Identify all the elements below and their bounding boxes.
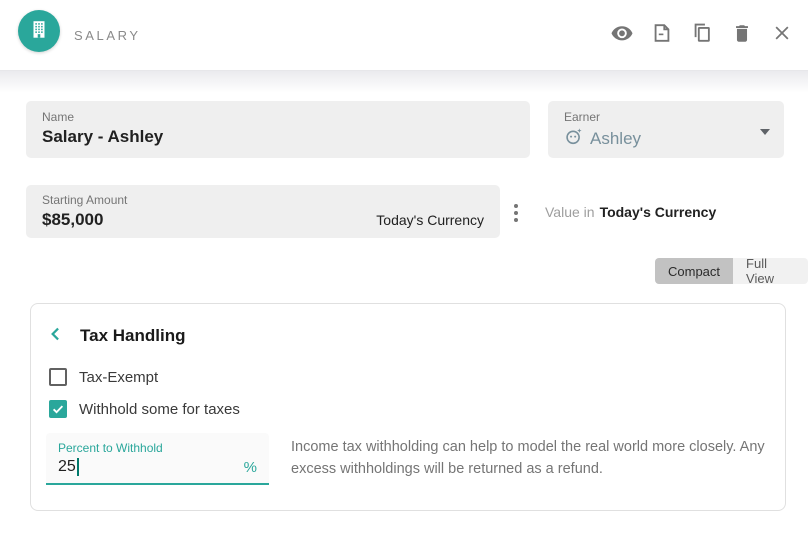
tax-handling-card: Tax Handling Tax-Exempt Withhold some fo… xyxy=(30,303,786,511)
page-title: SALARY xyxy=(74,27,141,43)
percent-suffix: % xyxy=(243,458,257,476)
name-field-label: Name xyxy=(42,110,75,124)
earner-selected-value: Ashley xyxy=(590,129,642,148)
starting-amount-field[interactable]: Starting Amount $85,000 Today's Currency xyxy=(26,185,500,238)
delete-button[interactable] xyxy=(730,23,754,47)
value-in-text: Value in Today's Currency xyxy=(545,185,716,238)
salary-item-avatar xyxy=(18,10,60,52)
tax-card-header: Tax Handling xyxy=(45,325,185,347)
visibility-button[interactable] xyxy=(610,23,634,47)
earner-select[interactable]: Earner Ashley xyxy=(548,101,784,158)
name-field[interactable]: Name Salary - Ashley xyxy=(26,101,530,158)
close-button[interactable] xyxy=(770,23,794,47)
toggle-compact[interactable]: Compact xyxy=(655,258,734,284)
earner-field-label: Earner xyxy=(564,110,601,124)
withhold-label: Withhold some for taxes xyxy=(79,400,240,418)
percent-field-value[interactable]: 25 xyxy=(58,458,76,476)
value-in-prefix: Value in xyxy=(545,203,595,220)
duplicate-button[interactable] xyxy=(690,23,714,47)
chevron-left-icon xyxy=(46,324,66,349)
eye-icon xyxy=(610,21,634,50)
checkbox-unchecked-icon[interactable] xyxy=(49,368,67,386)
checkbox-checked-icon[interactable] xyxy=(49,400,67,418)
name-field-value: Salary - Ashley xyxy=(42,127,164,146)
app-header: SALARY xyxy=(0,0,808,70)
percent-field-label: Percent to Withhold xyxy=(58,441,163,455)
starting-amount-label: Starting Amount xyxy=(42,193,128,207)
trash-icon xyxy=(731,22,753,49)
copy-icon xyxy=(691,22,713,49)
text-cursor xyxy=(76,458,79,476)
back-button[interactable] xyxy=(45,325,67,347)
amount-options-menu-button[interactable] xyxy=(507,198,525,228)
note-icon xyxy=(651,22,673,49)
kebab-menu-icon-dot2 xyxy=(514,218,518,222)
header-actions xyxy=(610,0,794,70)
starting-amount-currency-mode: Today's Currency xyxy=(376,212,484,228)
percent-to-withhold-field[interactable]: Percent to Withhold 25 % xyxy=(46,433,269,485)
note-button[interactable] xyxy=(650,23,674,47)
tax-card-title: Tax Handling xyxy=(80,326,186,345)
starting-amount-value: $85,000 xyxy=(42,210,104,229)
tax-exempt-checkbox-row[interactable]: Tax-Exempt xyxy=(49,368,158,386)
kebab-menu-icon xyxy=(514,204,518,208)
face-icon xyxy=(564,127,583,151)
value-in-mode: Today's Currency xyxy=(599,203,717,220)
header-shadow xyxy=(0,71,808,93)
kebab-menu-icon-dot xyxy=(514,211,518,215)
chevron-down-icon xyxy=(760,129,770,135)
tax-exempt-label: Tax-Exempt xyxy=(79,368,159,386)
withhold-checkbox-row[interactable]: Withhold some for taxes xyxy=(49,400,240,418)
toggle-compact-label: Compact xyxy=(668,263,721,279)
close-icon xyxy=(772,23,792,48)
view-toggle: Compact Full View xyxy=(655,256,808,286)
withholding-description: Income tax withholding can help to model… xyxy=(291,439,765,477)
toggle-full-view[interactable]: Full View xyxy=(733,256,808,286)
toggle-full-view-label: Full View xyxy=(746,256,774,286)
building-icon xyxy=(28,18,50,45)
